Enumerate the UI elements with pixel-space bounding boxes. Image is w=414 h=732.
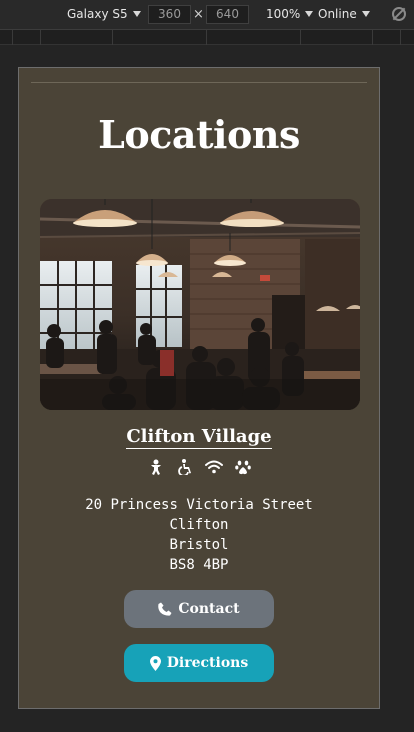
viewport-width-input[interactable]: 360 [148,5,191,24]
wifi-icon [204,458,223,476]
media-query-ruler [0,30,414,45]
rotate-icon[interactable] [392,7,406,21]
location-name: Clifton Village [19,426,379,449]
device-select[interactable]: Galaxy S5 [67,7,141,21]
zoom-select[interactable]: 100% [266,7,314,21]
network-throttle-select[interactable]: Online [318,7,370,21]
map-marker-icon [149,655,161,671]
contact-button[interactable]: Contact [124,590,274,628]
dimension-separator: × [193,7,204,22]
baby-changing-icon [147,458,165,476]
network-select-label: Online [318,7,357,21]
contact-button-label: Contact [178,601,240,617]
address-line: Bristol [169,537,229,553]
viewport-height-input[interactable]: 640 [206,5,249,24]
location-address: 20 Princess Victoria Street Clifton Bris… [19,495,379,575]
wheelchair-icon [176,458,194,476]
device-select-label: Galaxy S5 [67,7,128,21]
chevron-down-icon [132,11,141,17]
location-name-text: Clifton Village [126,426,272,449]
chevron-down-icon [361,11,370,17]
amenity-icons [19,458,379,476]
address-line: 20 Princess Victoria Street [85,497,313,513]
devtools-device-toolbar: Galaxy S5 360 × 640 100% Online [0,0,414,30]
address-line: BS8 4BP [169,557,229,573]
phone-icon [158,602,172,616]
directions-button-label: Directions [166,655,249,671]
device-viewport: Locations Clifton Village 20 Princess Vi… [18,67,380,709]
divider [31,82,367,83]
address-line: Clifton [169,517,229,533]
chevron-down-icon [305,11,314,17]
directions-button[interactable]: Directions [124,644,274,682]
paw-icon [234,458,252,476]
page-title: Locations [98,112,300,157]
location-photo [40,199,360,410]
zoom-select-label: 100% [266,7,301,21]
